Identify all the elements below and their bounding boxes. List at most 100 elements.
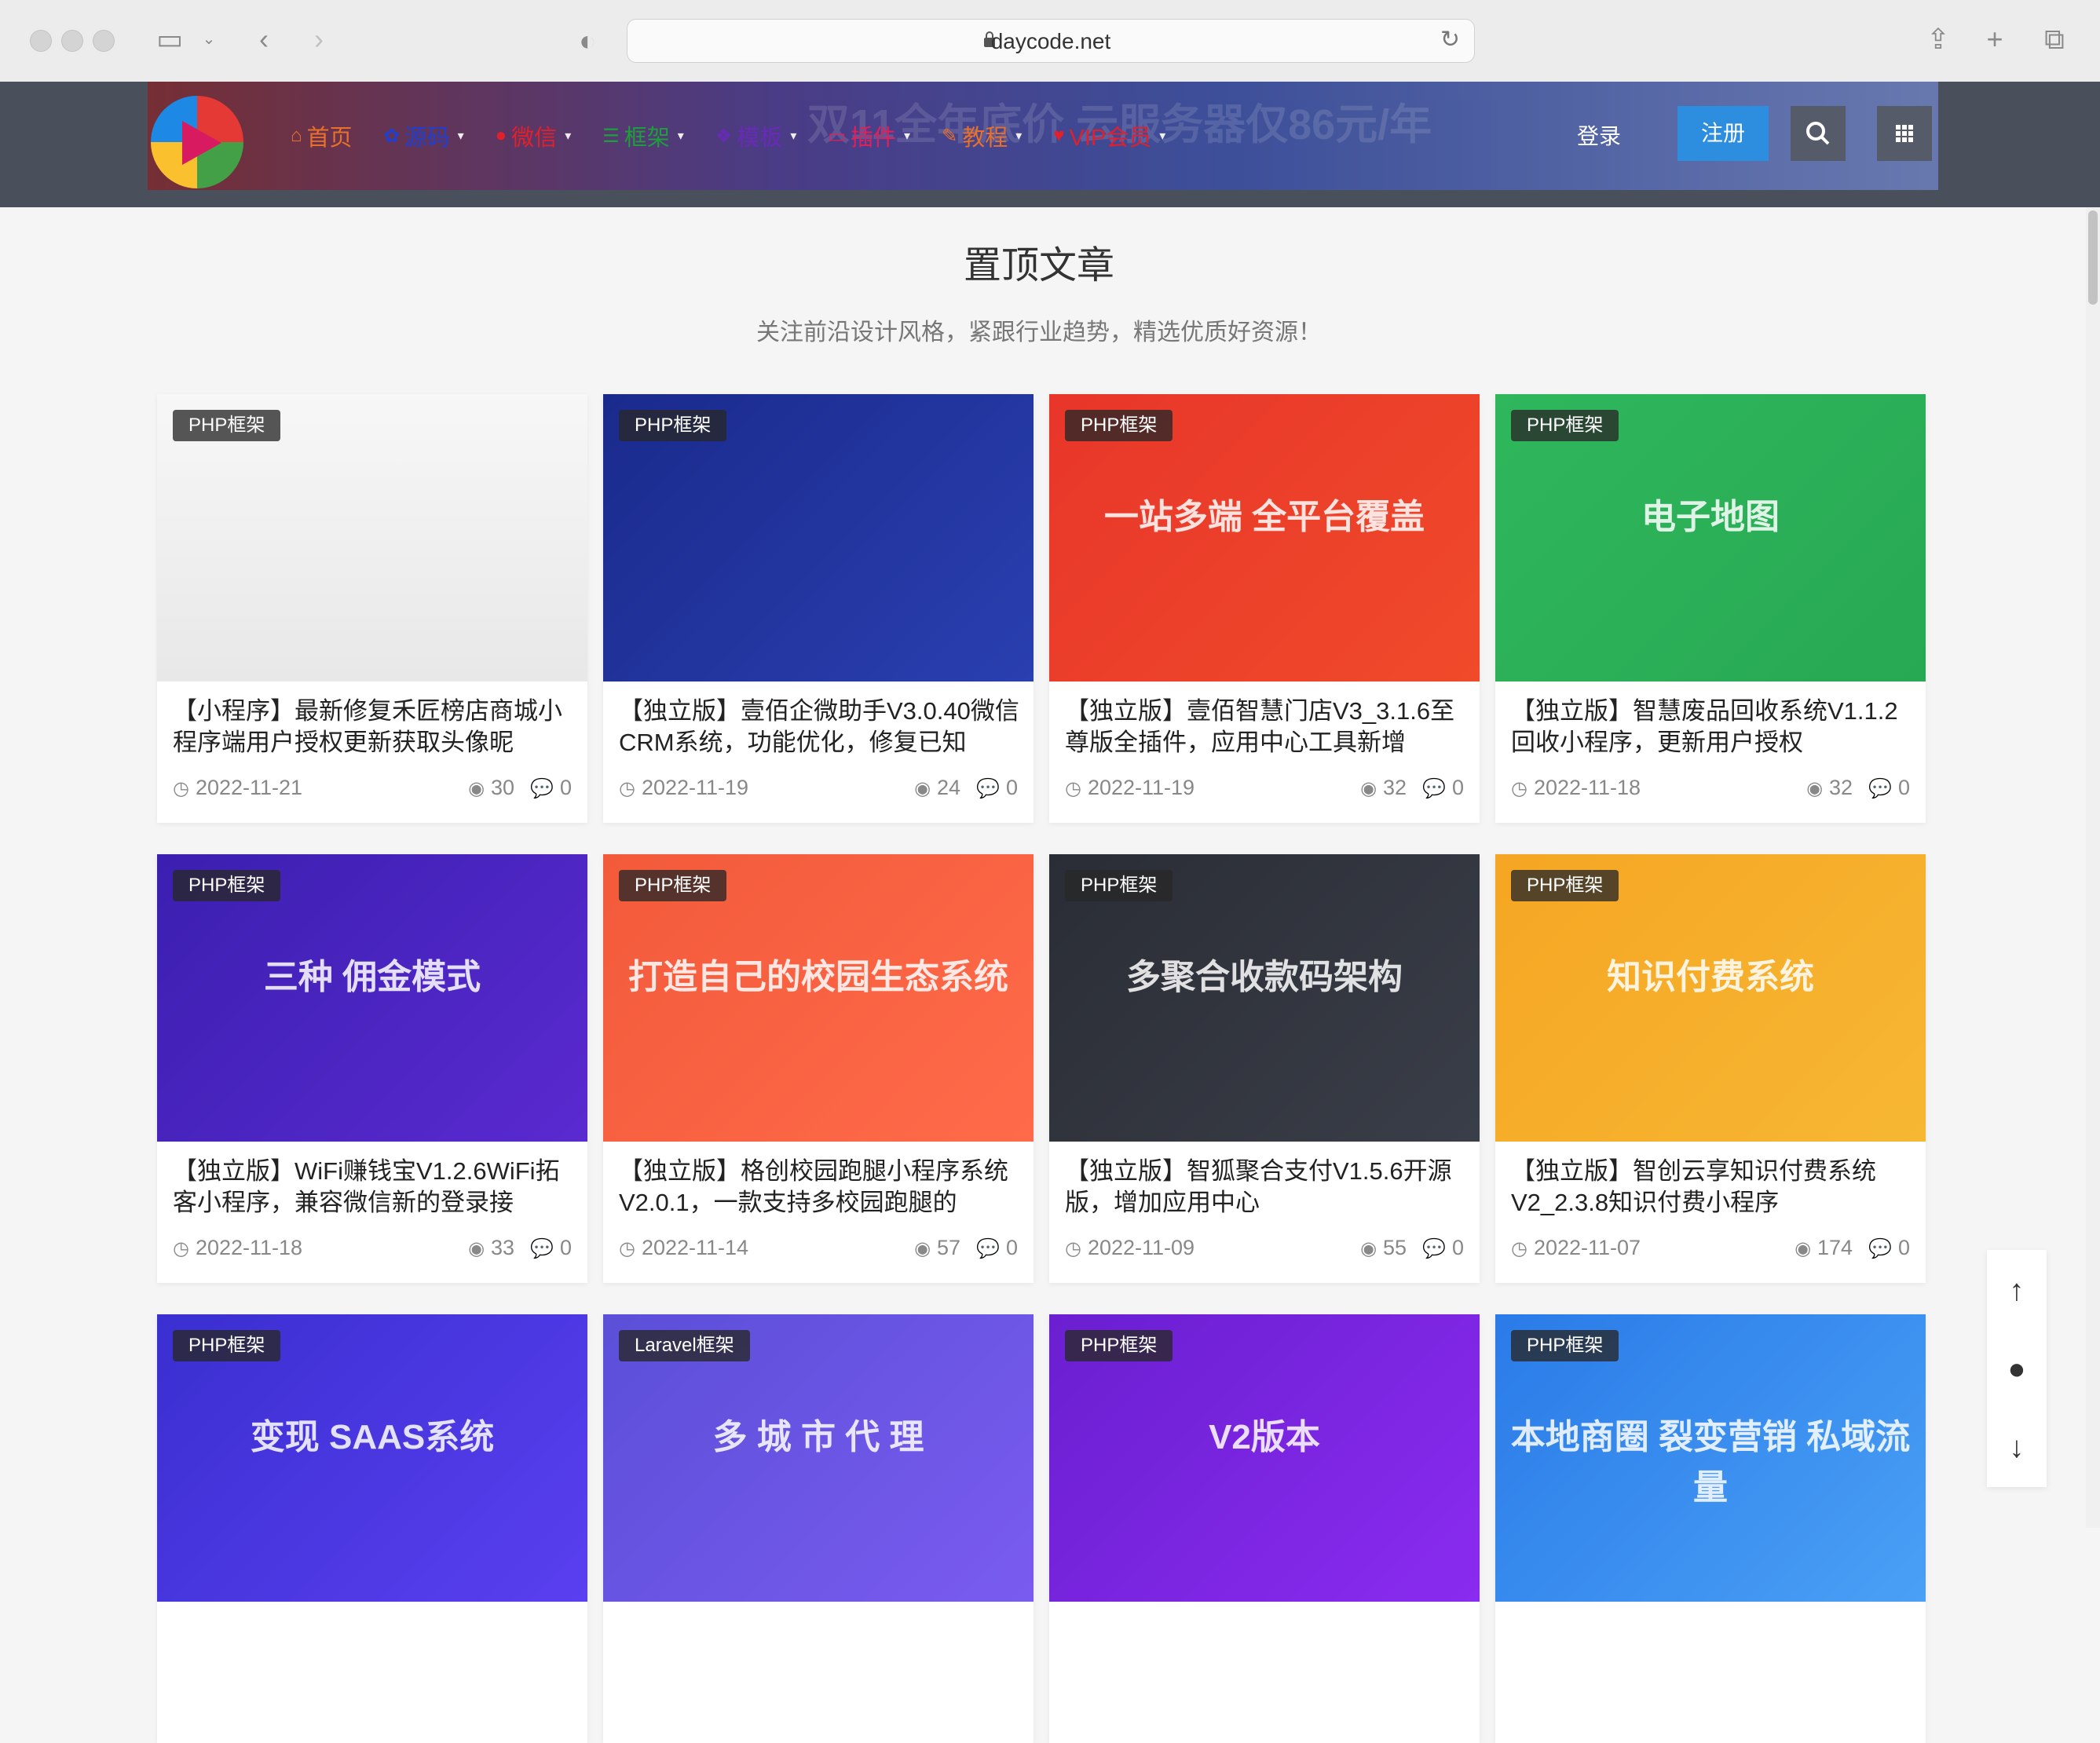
category-tag[interactable]: PHP框架 — [619, 410, 727, 441]
category-tag[interactable]: PHP框架 — [1065, 410, 1173, 441]
zoom-window-button[interactable] — [93, 30, 115, 52]
close-window-button[interactable] — [30, 30, 52, 52]
browser-toolbar: ▭ ⌄ ‹ › ◐ daycode.net ↻ ⇪ + ⧉ — [0, 0, 2100, 82]
article-card[interactable]: 本地商圈 裂变营销 私域流量 PHP框架 — [1495, 1314, 1926, 1743]
article-card[interactable]: 打造自己的校园生态系统 PHP框架【独立版】格创校园跑腿小程序系统V2.0.1，一… — [603, 854, 1034, 1283]
article-title[interactable]: 【独立版】壹佰企微助手V3.0.40微信CRM系统，功能优化，修复已知 — [619, 696, 1019, 758]
nav-item-2[interactable]: ● 微信 ▾ — [496, 119, 572, 152]
article-title[interactable]: 【独立版】智狐聚合支付V1.5.6开源版，增加应用中心 — [1065, 1156, 1465, 1219]
category-tag[interactable]: Laravel框架 — [619, 1330, 750, 1361]
article-thumbnail[interactable]: PHP框架 — [157, 394, 587, 681]
thumbnail-text: 多聚合收款码架构 — [1126, 958, 1403, 996]
comment-icon: 💬 — [1422, 778, 1446, 799]
article-meta: ◷ 2022-11-14 ◉ 57 💬 0 — [619, 1236, 1018, 1264]
article-card[interactable]: 多 城 市 代 理 Laravel框架 — [603, 1314, 1034, 1743]
comment-icon: 💬 — [1868, 778, 1892, 799]
category-tag[interactable]: PHP框架 — [619, 870, 727, 901]
article-title[interactable]: 【小程序】最新修复禾匠榜店商城小程序端用户授权更新获取头像昵 — [173, 696, 573, 758]
article-title[interactable]: 【独立版】智慧废品回收系统V1.1.2回收小程序，更新用户授权 — [1511, 696, 1912, 758]
article-thumbnail[interactable]: 变现 SAAS系统 PHP框架 — [157, 1314, 587, 1602]
reload-icon[interactable]: ↻ — [1440, 26, 1460, 53]
clock-icon: ◷ — [1065, 1238, 1081, 1259]
category-tag[interactable]: PHP框架 — [1065, 870, 1173, 901]
login-link[interactable]: 登录 — [1577, 119, 1621, 151]
article-card[interactable]: 电子地图 PHP框架【独立版】智慧废品回收系统V1.1.2回收小程序，更新用户授权… — [1495, 394, 1926, 823]
clock-icon: ◷ — [619, 778, 635, 799]
comment-icon: 💬 — [1868, 1238, 1892, 1259]
article-card[interactable]: 知识付费系统 PHP框架【独立版】智创云享知识付费系统V2_2.3.8知识付费小程… — [1495, 854, 1926, 1283]
nav-item-6[interactable]: ✎ 教程 ▾ — [942, 119, 1022, 152]
category-tag[interactable]: PHP框架 — [1511, 870, 1619, 901]
article-thumbnail[interactable]: 本地商圈 裂变营销 私域流量 PHP框架 — [1495, 1314, 1926, 1602]
nav-item-7[interactable]: ♥ VIP会员 ▾ — [1053, 119, 1165, 152]
view-count: 55 — [1383, 1236, 1407, 1259]
article-thumbnail[interactable]: PHP框架 — [603, 394, 1034, 681]
nav-item-1[interactable]: ✿ 源码 ▾ — [384, 119, 464, 152]
search-button[interactable] — [1791, 106, 1846, 161]
article-card[interactable]: PHP框架【小程序】最新修复禾匠榜店商城小程序端用户授权更新获取头像昵 ◷ 2022… — [157, 394, 587, 823]
category-tag[interactable]: PHP框架 — [1065, 1330, 1173, 1361]
forward-icon[interactable]: › — [305, 24, 333, 55]
tab-overview-icon[interactable]: ⧉ — [2039, 24, 2070, 55]
date-text: 2022-11-09 — [1087, 1236, 1195, 1259]
register-button[interactable]: 注册 — [1677, 106, 1769, 161]
post-stats: ◉ 174 💬 0 — [1795, 1236, 1910, 1260]
tree-icon: ❖ — [715, 125, 733, 147]
category-tag[interactable]: PHP框架 — [173, 870, 281, 901]
nav-item-0[interactable]: ⌂ 首页 — [291, 119, 353, 152]
new-tab-icon[interactable]: + — [1979, 24, 2010, 55]
article-title[interactable]: 【独立版】格创校园跑腿小程序系统V2.0.1，一款支持多校园跑腿的 — [619, 1156, 1019, 1219]
page-scrollbar[interactable] — [2086, 207, 2100, 1528]
shield-icon[interactable]: ◐ — [573, 25, 602, 57]
article-thumbnail[interactable]: V2版本 PHP框架 — [1049, 1314, 1480, 1602]
arrow-down-icon[interactable]: ↓ — [1987, 1418, 2047, 1478]
category-tag[interactable]: PHP框架 — [173, 1330, 281, 1361]
article-thumbnail[interactable]: 知识付费系统 PHP框架 — [1495, 854, 1926, 1142]
category-tag[interactable]: PHP框架 — [173, 410, 281, 441]
nav-item-5[interactable]: ▭ 插件 ▾ — [828, 119, 910, 152]
article-title[interactable]: 【独立版】壹佰智慧门店V3_3.1.6至尊版全插件，应用中心工具新增 — [1065, 696, 1465, 758]
article-card[interactable]: 一站多端 全平台覆盖 PHP框架【独立版】壹佰智慧门店V3_3.1.6至尊版全插件… — [1049, 394, 1480, 823]
clock-icon: ◷ — [619, 1238, 635, 1259]
clock-icon: ◷ — [173, 1238, 189, 1259]
arrow-up-icon[interactable]: ↑ — [1987, 1261, 2047, 1321]
date-text: 2022-11-21 — [195, 776, 303, 799]
grid-menu-button[interactable] — [1877, 106, 1932, 161]
article-card[interactable]: V2版本 PHP框架 — [1049, 1314, 1480, 1743]
article-thumbnail[interactable]: 一站多端 全平台覆盖 PHP框架 — [1049, 394, 1480, 681]
article-thumbnail[interactable]: 多聚合收款码架构 PHP框架 — [1049, 854, 1480, 1142]
article-title[interactable]: 【独立版】WiFi赚钱宝V1.2.6WiFi拓客小程序，兼容微信新的登录接 — [173, 1156, 573, 1219]
article-meta: ◷ 2022-11-18 ◉ 32 💬 0 — [1511, 776, 1910, 804]
post-date: ◷ 2022-11-21 — [173, 776, 302, 800]
comment-count: 0 — [1005, 776, 1018, 799]
eye-icon: ◉ — [914, 1238, 931, 1259]
article-thumbnail[interactable]: 多 城 市 代 理 Laravel框架 — [603, 1314, 1034, 1602]
qq-penguin-icon[interactable]: ● — [1987, 1339, 2047, 1399]
address-bar[interactable]: daycode.net ↻ — [627, 19, 1475, 63]
back-icon[interactable]: ‹ — [250, 24, 278, 55]
article-card[interactable]: PHP框架【独立版】壹佰企微助手V3.0.40微信CRM系统，功能优化，修复已知… — [603, 394, 1034, 823]
gear-icon: ✿ — [383, 125, 400, 147]
article-thumbnail[interactable]: 电子地图 PHP框架 — [1495, 394, 1926, 681]
page-scrollbar-thumb[interactable] — [2088, 210, 2098, 305]
post-date: ◷ 2022-11-18 — [173, 1236, 302, 1260]
article-thumbnail[interactable]: 打造自己的校园生态系统 PHP框架 — [603, 854, 1034, 1142]
article-thumbnail[interactable]: 三种 佣金模式 PHP框架 — [157, 854, 587, 1142]
article-card[interactable]: 变现 SAAS系统 PHP框架 — [157, 1314, 587, 1743]
nav-item-4[interactable]: ❖ 模板 ▾ — [715, 119, 797, 152]
nav-item-label: 教程 — [962, 126, 1008, 151]
category-tag[interactable]: PHP框架 — [1511, 1330, 1619, 1361]
sidebar-toggle-icon[interactable]: ▭ — [154, 24, 185, 55]
nav-item-3[interactable]: ☰ 框架 ▾ — [602, 119, 684, 152]
article-meta: ◷ 2022-11-09 ◉ 55 💬 0 — [1065, 1236, 1464, 1264]
post-date: ◷ 2022-11-19 — [1065, 776, 1195, 800]
article-card[interactable]: 三种 佣金模式 PHP框架【独立版】WiFi赚钱宝V1.2.6WiFi拓客小程序，… — [157, 854, 587, 1283]
site-logo[interactable] — [151, 96, 243, 188]
category-tag[interactable]: PHP框架 — [1511, 410, 1619, 441]
chevron-down-icon[interactable]: ⌄ — [199, 24, 218, 55]
article-title[interactable]: 【独立版】智创云享知识付费系统V2_2.3.8知识付费小程序 — [1511, 1156, 1912, 1219]
minimize-window-button[interactable] — [61, 30, 83, 52]
article-meta: ◷ 2022-11-18 ◉ 33 💬 0 — [173, 1236, 572, 1264]
share-icon[interactable]: ⇪ — [1923, 24, 1954, 55]
article-card[interactable]: 多聚合收款码架构 PHP框架【独立版】智狐聚合支付V1.5.6开源版，增加应用中心… — [1049, 854, 1480, 1283]
